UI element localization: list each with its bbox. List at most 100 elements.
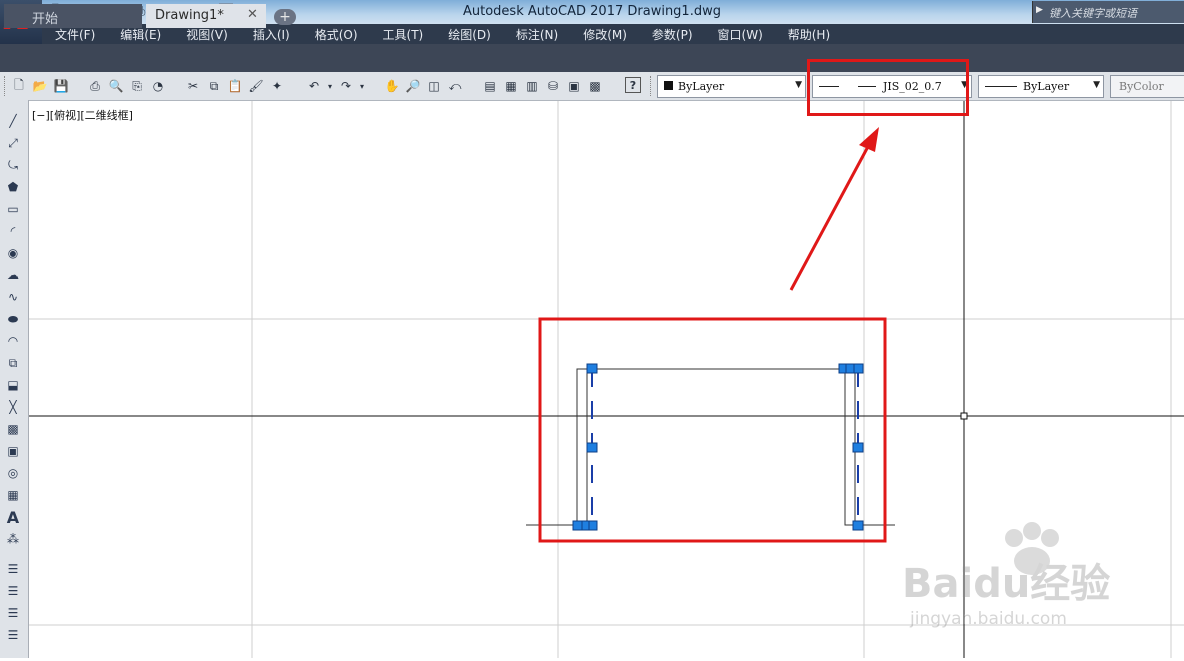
zoom-window-icon[interactable]: ◫ [425, 77, 443, 95]
lineweight-control[interactable]: ByLayer ▼ [978, 75, 1104, 98]
model-space[interactable]: Baidu经验 jingyan.baidu.com [29, 101, 1184, 658]
block-editor-icon[interactable]: ✦ [268, 77, 286, 95]
menu-parametric[interactable]: 参数(P) [639, 26, 705, 43]
grips[interactable] [572, 363, 864, 531]
layer-tool-4-icon[interactable]: ☰ [4, 626, 22, 644]
publish-icon[interactable]: ⎘ [128, 77, 146, 95]
grip[interactable] [586, 363, 598, 374]
arc-icon[interactable]: ◜ [4, 222, 22, 240]
line-icon[interactable]: ╱ [4, 112, 22, 130]
new-tab-button[interactable]: + [274, 9, 296, 25]
color-control[interactable]: ByLayer ▼ [657, 75, 806, 98]
file-tab-bar [0, 44, 1184, 72]
menu-dimension[interactable]: 标注(N) [503, 26, 570, 43]
construction-line-icon[interactable]: ⤢ [4, 134, 22, 152]
cut-icon[interactable]: ✂ [184, 77, 202, 95]
new-icon[interactable]: 🗋 [10, 77, 28, 95]
redo-icon[interactable]: ↷ [337, 77, 355, 95]
menu-modify[interactable]: 修改(M) [570, 26, 639, 43]
redo-list-icon[interactable]: ▾ [358, 77, 366, 95]
match-properties-icon[interactable]: 🖌 [247, 77, 265, 95]
grip[interactable] [853, 363, 864, 374]
design-center-icon[interactable]: ▦ [502, 77, 520, 95]
menu-insert[interactable]: 插入(I) [240, 26, 302, 43]
grip[interactable] [845, 363, 855, 374]
color-value: ByLayer [678, 80, 725, 93]
grip[interactable] [588, 520, 598, 531]
grip[interactable] [852, 520, 864, 531]
highlight-box-linetype [807, 59, 969, 116]
watermark-paw-icon [1041, 529, 1059, 547]
table-icon[interactable]: ▦ [4, 486, 22, 504]
menu-window[interactable]: 窗口(W) [705, 26, 775, 43]
menu-draw[interactable]: 绘图(D) [435, 26, 503, 43]
grip[interactable] [852, 442, 864, 453]
plot-icon[interactable]: ⎙ [86, 77, 104, 95]
make-block-icon[interactable]: ⬓ [4, 376, 22, 394]
watermark-paw-icon [1005, 529, 1023, 547]
menu-tools[interactable]: 工具(T) [370, 26, 436, 43]
drawing-canvas[interactable]: Baidu经验 jingyan.baidu.com [29, 101, 1184, 658]
multiline-text-icon[interactable]: A [4, 508, 22, 527]
layer-tool-3-icon[interactable]: ☰ [4, 604, 22, 622]
copy-icon[interactable]: ⧉ [205, 77, 223, 95]
menu-file[interactable]: 文件(F) [42, 26, 107, 43]
tab-drawing1-label: Drawing1* [155, 8, 224, 23]
polygon-icon[interactable]: ⬟ [4, 178, 22, 196]
properties-toolbar-grip[interactable] [650, 76, 654, 96]
help-icon[interactable]: ? [625, 77, 641, 93]
rectangle-icon[interactable]: ▭ [4, 200, 22, 218]
revision-cloud-icon[interactable]: ☁ [4, 266, 22, 284]
calculator-icon[interactable]: ▩ [586, 77, 604, 95]
ellipse-arc-icon[interactable]: ◠ [4, 332, 22, 350]
layer-tool-2-icon[interactable]: ☰ [4, 582, 22, 600]
plot-preview-icon[interactable]: 🔍 [107, 77, 125, 95]
tab-drawing1[interactable]: Drawing1* ✕ [146, 4, 266, 28]
menu-format[interactable]: 格式(O) [302, 26, 370, 43]
search-expand-icon[interactable]: ▶ [1036, 5, 1043, 15]
circle-icon[interactable]: ◉ [4, 244, 22, 262]
tab-start[interactable]: 开始 [4, 4, 142, 28]
paste-icon[interactable]: 📋 [226, 77, 244, 95]
menu-help[interactable]: 帮助(H) [775, 26, 842, 43]
plotstyle-control[interactable]: ByColor [1110, 75, 1184, 98]
hatch-icon[interactable]: ▩ [4, 420, 22, 438]
layer-tool-1-icon[interactable]: ☰ [4, 560, 22, 578]
viewport-controls[interactable]: [−][俯视][二维线框] [32, 107, 133, 123]
zoom-realtime-icon[interactable]: 🔎 [404, 77, 422, 95]
tool-palettes-icon[interactable]: ▥ [523, 77, 541, 95]
insert-block-icon[interactable]: ⧉ [4, 354, 22, 372]
gradient-icon[interactable]: ▣ [4, 442, 22, 460]
clipboard-tools: ✂ ⧉ 📋 🖌 ✦ [184, 77, 286, 95]
undo-icon[interactable]: ↶ [305, 77, 323, 95]
ellipse-icon[interactable]: ⬬ [4, 310, 22, 328]
watermark: Baidu经验 jingyan.baidu.com [902, 522, 1110, 629]
region-icon[interactable]: ◎ [4, 464, 22, 482]
spline-icon[interactable]: ∿ [4, 288, 22, 306]
pan-icon[interactable]: ✋ [383, 77, 401, 95]
print-tools: ⎙ 🔍 ⎘ ◔ [86, 77, 167, 95]
sheet-set-icon[interactable]: ⛁ [544, 77, 562, 95]
polyline-icon[interactable]: ⤿ [4, 156, 22, 174]
undo-tools: ↶ ▾ ↷ ▾ [305, 77, 366, 95]
selected-lines[interactable] [591, 369, 859, 525]
palette-tools: ▤ ▦ ▥ ⛁ ▣ ▩ [481, 77, 604, 95]
properties-icon[interactable]: ▤ [481, 77, 499, 95]
close-tab-icon[interactable]: ✕ [247, 7, 258, 22]
search-box[interactable]: ▶ 键入关键字或短语 [1032, 1, 1184, 23]
point-icon[interactable]: ╳ [4, 398, 22, 416]
grip[interactable] [572, 520, 583, 531]
zoom-previous-icon[interactable]: ⤺ [446, 77, 464, 95]
toolbar-grip[interactable] [4, 76, 8, 96]
undo-list-icon[interactable]: ▾ [326, 77, 334, 95]
menu-edit[interactable]: 编辑(E) [107, 26, 173, 43]
3d-dwf-icon[interactable]: ◔ [149, 77, 167, 95]
add-selected-icon[interactable]: ⁂ [4, 530, 22, 548]
outer-polyline[interactable] [526, 368, 895, 526]
open-icon[interactable]: 📂 [31, 77, 49, 95]
grip[interactable] [586, 442, 598, 453]
menu-view[interactable]: 视图(V) [173, 26, 240, 43]
markup-icon[interactable]: ▣ [565, 77, 583, 95]
save-icon[interactable]: 💾 [52, 77, 70, 95]
drawing-geometry[interactable] [526, 368, 895, 526]
